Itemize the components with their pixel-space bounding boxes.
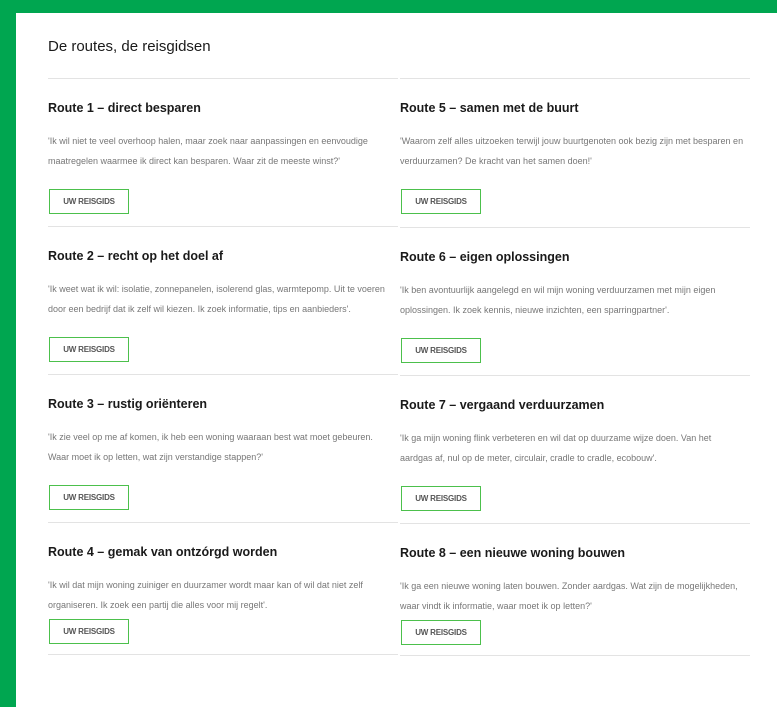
route-description: 'Ik ga mijn woning flink verbeteren en w… bbox=[400, 433, 712, 463]
route-title: Route 8 – een nieuwe woning bouwen bbox=[400, 546, 626, 560]
route-card-4: Route 4 – gemak van ontzórgd worden 'Ik … bbox=[48, 522, 398, 655]
route-card-3: Route 3 – rustig oriënteren 'Ik zie veel… bbox=[48, 374, 398, 522]
route-8-guide-button[interactable]: UW REISGIDS bbox=[401, 620, 481, 645]
routes-column-right: Route 5 – samen met de buurt 'Waarom zel… bbox=[400, 78, 750, 656]
route-3-guide-button[interactable]: UW REISGIDS bbox=[49, 485, 129, 510]
route-card-8: Route 8 – een nieuwe woning bouwen 'Ik g… bbox=[400, 523, 750, 656]
route-title: Route 4 – gemak van ontzórgd worden bbox=[48, 545, 278, 559]
route-card-6: Route 6 – eigen oplossingen 'Ik ben avon… bbox=[400, 227, 750, 375]
route-description: 'Ik ben avontuurlijk aangelegd en wil mi… bbox=[400, 285, 716, 315]
route-2-guide-button[interactable]: UW REISGIDS bbox=[49, 337, 129, 362]
routes-column-left: Route 1 – direct besparen 'Ik wil niet t… bbox=[48, 78, 398, 655]
page-heading: De routes, de reisgidsen bbox=[48, 38, 211, 55]
route-6-guide-button[interactable]: UW REISGIDS bbox=[401, 338, 481, 363]
route-card-2: Route 2 – recht op het doel af 'Ik weet … bbox=[48, 226, 398, 374]
route-description: 'Ik wil dat mijn woning zuiniger en duur… bbox=[48, 580, 363, 610]
route-title: Route 7 – vergaand verduurzamen bbox=[400, 398, 605, 412]
route-description: 'Ik weet wat ik wil: isolatie, zonnepane… bbox=[48, 284, 385, 314]
route-title: Route 1 – direct besparen bbox=[48, 101, 201, 115]
route-description: 'Ik zie veel op me af komen, ik heb een … bbox=[48, 432, 373, 462]
route-description: 'Ik wil niet te veel overhoop halen, maa… bbox=[48, 136, 368, 166]
route-card-1: Route 1 – direct besparen 'Ik wil niet t… bbox=[48, 78, 398, 226]
route-1-guide-button[interactable]: UW REISGIDS bbox=[49, 189, 129, 214]
route-card-7: Route 7 – vergaand verduurzamen 'Ik ga m… bbox=[400, 375, 750, 523]
route-title: Route 6 – eigen oplossingen bbox=[400, 250, 570, 264]
route-5-guide-button[interactable]: UW REISGIDS bbox=[401, 189, 481, 214]
route-description: 'Waarom zelf alles uitzoeken terwijl jou… bbox=[400, 136, 744, 166]
route-title: Route 5 – samen met de buurt bbox=[400, 101, 579, 115]
route-title: Route 3 – rustig oriënteren bbox=[48, 397, 208, 411]
route-7-guide-button[interactable]: UW REISGIDS bbox=[401, 486, 481, 511]
route-card-5: Route 5 – samen met de buurt 'Waarom zel… bbox=[400, 78, 750, 227]
route-4-guide-button[interactable]: UW REISGIDS bbox=[49, 619, 129, 644]
route-description: 'Ik ga een nieuwe woning laten bouwen. Z… bbox=[400, 581, 738, 611]
route-title: Route 2 – recht op het doel af bbox=[48, 249, 224, 263]
